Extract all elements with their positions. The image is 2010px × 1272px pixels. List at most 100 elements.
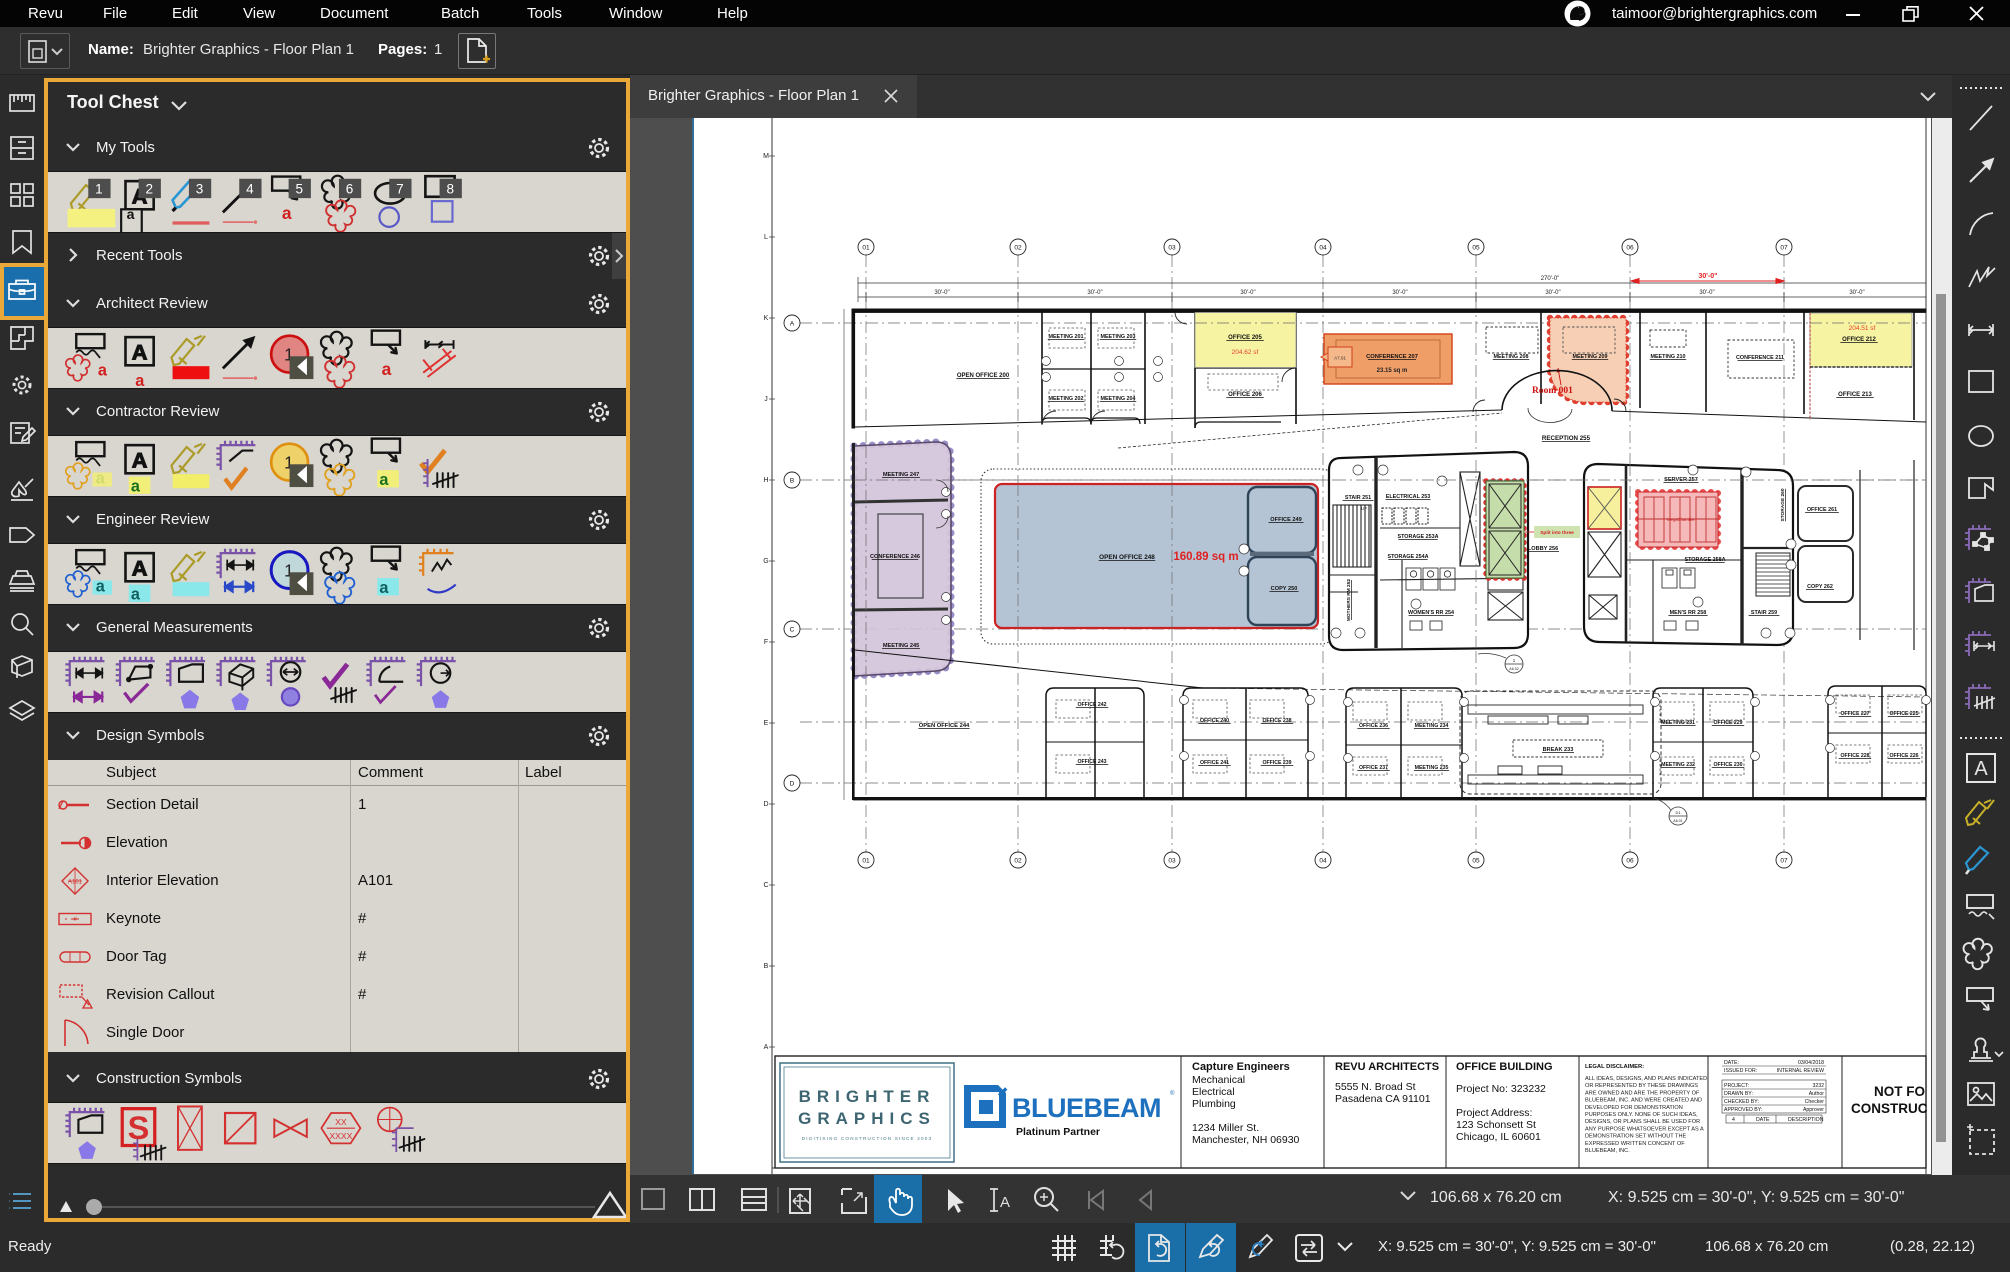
svg-text:Chicago, IL 60601: Chicago, IL 60601 — [1456, 1131, 1541, 1143]
svg-text:STAIR 251: STAIR 251 — [1345, 495, 1371, 501]
svg-text:RECEPTION 255: RECEPTION 255 — [1542, 435, 1591, 442]
svg-text:ARE OWNED AND ARE THE PROPERTY: ARE OWNED AND ARE THE PROPERTY OF — [1585, 1090, 1700, 1096]
svg-text:STORAGE 253A: STORAGE 253A — [1398, 534, 1439, 540]
svg-text:a: a — [131, 586, 141, 604]
svg-text:DATE:: DATE: — [1724, 1060, 1739, 1066]
svg-text:OPEN OFFICE 248: OPEN OFFICE 248 — [1099, 554, 1155, 561]
svg-text:05: 05 — [1472, 858, 1480, 865]
svg-text:123 Schonsett St: 123 Schonsett St — [1456, 1119, 1536, 1131]
svg-text:K: K — [764, 315, 769, 322]
svg-text:OFFICE 240: OFFICE 240 — [1200, 718, 1229, 724]
svg-text:A: A — [790, 321, 795, 328]
svg-text:STORAGE 258A: STORAGE 258A — [1685, 557, 1726, 563]
svg-text:LEGAL DISCLAIMER:: LEGAL DISCLAIMER: — [1585, 1064, 1644, 1070]
svg-text:PURPOSES ONLY. NONE OF SUCH ID: PURPOSES ONLY. NONE OF SUCH IDEAS, — [1585, 1112, 1698, 1118]
svg-text:A6.02: A6.02 — [1509, 667, 1518, 671]
svg-text:a: a — [379, 471, 389, 489]
svg-text:L: L — [764, 234, 768, 241]
svg-text:A6.01: A6.01 — [1673, 819, 1682, 823]
svg-text:OFFICE 226: OFFICE 226 — [1889, 753, 1918, 759]
svg-text:OFFICE BUILDING: OFFICE BUILDING — [1456, 1061, 1553, 1073]
svg-text:C: C — [763, 882, 768, 889]
svg-text:J: J — [764, 396, 768, 403]
svg-text:Manchester, NH 06930: Manchester, NH 06930 — [1192, 1134, 1300, 1146]
svg-text:E: E — [764, 720, 769, 727]
svg-text:8: 8 — [446, 181, 454, 196]
svg-text:a: a — [96, 577, 106, 595]
svg-text:ANY PURPOSE WHATSOEVER EXCEPT: ANY PURPOSE WHATSOEVER EXCEPT AS A — [1585, 1126, 1704, 1132]
svg-text:23.15 sq m: 23.15 sq m — [1377, 368, 1408, 374]
svg-text:02: 02 — [1014, 245, 1022, 252]
svg-text:OFFICE 239: OFFICE 239 — [1262, 760, 1291, 766]
svg-text:30'-0": 30'-0" — [1545, 290, 1560, 296]
svg-text:D: D — [790, 781, 795, 788]
svg-text:OFFICE 236: OFFICE 236 — [1359, 723, 1388, 729]
svg-text:A: A — [1974, 758, 1988, 780]
svg-text:6: 6 — [346, 181, 354, 196]
svg-text:LOBBY 256: LOBBY 256 — [1528, 546, 1558, 552]
svg-text:Pasadena CA 91101: Pasadena CA 91101 — [1335, 1093, 1431, 1105]
svg-text:30'-0": 30'-0" — [1699, 290, 1714, 296]
svg-text:Approver: Approver — [1803, 1107, 1824, 1113]
svg-text:C: C — [790, 627, 795, 634]
svg-text:B: B — [764, 963, 769, 970]
svg-text:OFFICE 249: OFFICE 249 — [1270, 517, 1301, 523]
svg-text:DRAWN BY:: DRAWN BY: — [1724, 1091, 1753, 1097]
svg-text:a: a — [98, 361, 108, 379]
svg-text:A: A — [764, 1044, 769, 1051]
svg-text:OFFICE 238: OFFICE 238 — [1262, 718, 1291, 724]
svg-text:WOMEN'S RR 254: WOMEN'S RR 254 — [1408, 610, 1454, 616]
svg-text:XX: XX — [335, 1117, 347, 1127]
svg-text:7: 7 — [396, 181, 404, 196]
svg-text:Project Address:: Project Address: — [1456, 1107, 1532, 1119]
svg-text:04: 04 — [1319, 245, 1327, 252]
svg-text:MEETING 234: MEETING 234 — [1415, 723, 1449, 729]
svg-text:MEETING 247: MEETING 247 — [883, 472, 919, 478]
svg-text:DATE: DATE — [1756, 1117, 1770, 1123]
svg-text:MEETING 209: MEETING 209 — [1572, 354, 1607, 360]
svg-text:OFFICE 227: OFFICE 227 — [1840, 711, 1869, 717]
svg-text:2: 2 — [145, 181, 153, 196]
svg-text:MEETING 203: MEETING 203 — [1100, 334, 1135, 340]
svg-text:D: D — [763, 801, 768, 808]
svg-text:BRIGHTER: BRIGHTER — [799, 1087, 936, 1106]
svg-text:204.51 sf: 204.51 sf — [1849, 325, 1876, 332]
svg-text:a: a — [131, 478, 141, 496]
svg-text:OFFICE 241: OFFICE 241 — [1200, 760, 1229, 766]
svg-text:EXPRESSED WRITTEN CONCENT OF: EXPRESSED WRITTEN CONCENT OF — [1585, 1141, 1685, 1147]
svg-text:DESIGNS, OR PLANS SHALL BE USE: DESIGNS, OR PLANS SHALL BE USED FOR — [1585, 1119, 1700, 1125]
svg-text:a: a — [127, 206, 135, 222]
svg-text:30'-0": 30'-0" — [1087, 290, 1102, 296]
svg-text:a: a — [135, 372, 145, 389]
svg-text:03/04/2018: 03/04/2018 — [1798, 1060, 1824, 1066]
svg-text:OPEN OFFICE 244: OPEN OFFICE 244 — [919, 723, 970, 729]
svg-text:OFFICE 206: OFFICE 206 — [1228, 392, 1262, 398]
svg-text:a: a — [379, 579, 389, 597]
svg-text:Plumbing: Plumbing — [1192, 1098, 1236, 1110]
svg-text:OFFICE 230: OFFICE 230 — [1713, 762, 1742, 768]
svg-text:06: 06 — [1626, 858, 1634, 865]
svg-text:30'-0": 30'-0" — [1849, 290, 1864, 296]
svg-text:A: A — [1000, 1194, 1010, 1211]
svg-text:G: G — [763, 558, 768, 565]
svg-text:OFFICE 242: OFFICE 242 — [1077, 702, 1106, 708]
svg-text:STORAGE 254A: STORAGE 254A — [1388, 554, 1429, 560]
svg-text:270'-0": 270'-0" — [1541, 276, 1560, 282]
svg-text:MEETING 204: MEETING 204 — [1100, 396, 1135, 402]
svg-text:F: F — [764, 639, 768, 646]
svg-text:UP: UP — [1361, 506, 1367, 511]
svg-text:30'-0": 30'-0" — [1699, 273, 1718, 280]
svg-text:MEETING 232: MEETING 232 — [1661, 762, 1695, 768]
svg-text:DEVELOPED FOR DEMONSTRATION: DEVELOPED FOR DEMONSTRATION — [1585, 1105, 1683, 1111]
svg-text:Platinum Partner: Platinum Partner — [1016, 1126, 1100, 1138]
svg-text:DEMONSTRATION SET WITHOUT THE: DEMONSTRATION SET WITHOUT THE — [1585, 1134, 1686, 1140]
svg-text:3232: 3232 — [1812, 1083, 1824, 1089]
svg-text:#: # — [73, 917, 77, 923]
svg-text:03: 03 — [1168, 858, 1176, 865]
svg-text:®: ® — [1170, 1090, 1175, 1097]
svg-text:MEETING 245: MEETING 245 — [883, 643, 919, 649]
svg-text:ALL IDEAS, DESIGNS, AND PLANS: ALL IDEAS, DESIGNS, AND PLANS INDICATED — [1585, 1076, 1707, 1082]
svg-text:MEETING 231: MEETING 231 — [1661, 720, 1695, 726]
svg-text:GRAPHICS: GRAPHICS — [798, 1109, 936, 1128]
svg-text:04: 04 — [1319, 858, 1327, 865]
